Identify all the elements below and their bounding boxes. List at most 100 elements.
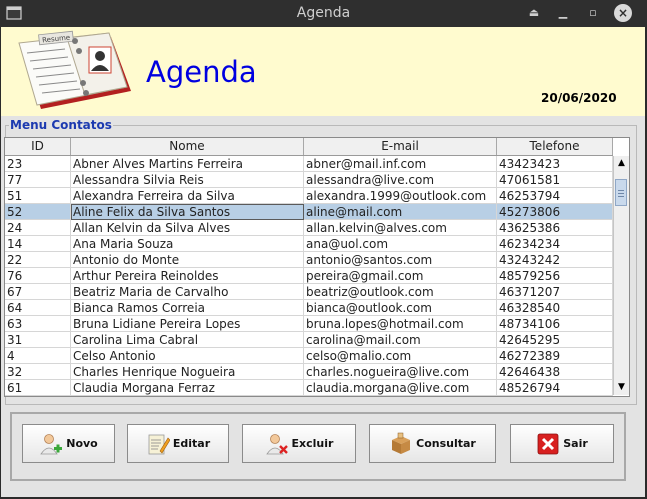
cell-telefone[interactable]: 46371207 bbox=[497, 284, 613, 300]
main-window: Resume Agenda 20/06/2020 Menu Contatos I… bbox=[1, 27, 645, 497]
cell-nome[interactable]: Charles Henrique Nogueira bbox=[71, 364, 304, 380]
column-header-telefone[interactable]: Telefone bbox=[497, 138, 613, 155]
column-header-email[interactable]: E-mail bbox=[304, 138, 497, 155]
cell-id[interactable]: 22 bbox=[5, 252, 71, 268]
cell-email[interactable]: bianca@outlook.com bbox=[304, 300, 497, 316]
table-row[interactable]: 52 Aline Felix da Silva Santos aline@mail.… bbox=[5, 204, 613, 220]
sair-button[interactable]: Sair bbox=[510, 424, 614, 463]
cell-id[interactable]: 52 bbox=[5, 204, 71, 220]
table-row[interactable]: 64 Bianca Ramos Correia bianca@outlook.com… bbox=[5, 300, 613, 316]
table-row[interactable]: 51 Alexandra Ferreira da Silva alexandra.1… bbox=[5, 188, 613, 204]
cell-telefone[interactable]: 42646438 bbox=[497, 364, 613, 380]
cell-nome[interactable]: Allan Kelvin da Silva Alves bbox=[71, 220, 304, 236]
table-row[interactable]: 77 Alessandra Silvia Reis alessandra@live.… bbox=[5, 172, 613, 188]
editar-button[interactable]: Editar bbox=[127, 424, 229, 463]
cell-email[interactable]: claudia.morgana@live.com bbox=[304, 380, 497, 396]
table-row[interactable]: 67 Beatriz Maria de Carvalho beatriz@outlo… bbox=[5, 284, 613, 300]
table-body: 23 Abner Alves Martins Ferreira abner@mail… bbox=[5, 156, 613, 396]
cell-id[interactable]: 61 bbox=[5, 380, 71, 396]
current-date: 20/06/2020 bbox=[541, 91, 617, 105]
table-row[interactable]: 63 Bruna Lidiane Pereira Lopes bruna.lopes… bbox=[5, 316, 613, 332]
cell-telefone[interactable]: 46253794 bbox=[497, 188, 613, 204]
table-row[interactable]: 32 Charles Henrique Nogueira charles.nogue… bbox=[5, 364, 613, 380]
minimize-icon[interactable]: ▁ bbox=[554, 4, 572, 22]
column-header-id[interactable]: ID bbox=[5, 138, 71, 155]
cell-nome[interactable]: Arthur Pereira Reinoldes bbox=[71, 268, 304, 284]
cell-telefone[interactable]: 47061581 bbox=[497, 172, 613, 188]
cell-telefone[interactable]: 46328540 bbox=[497, 300, 613, 316]
cell-id[interactable]: 51 bbox=[5, 188, 71, 204]
cell-id[interactable]: 32 bbox=[5, 364, 71, 380]
scroll-down-icon[interactable]: ▼ bbox=[616, 382, 627, 392]
cell-id[interactable]: 24 bbox=[5, 220, 71, 236]
cell-nome[interactable]: Abner Alves Martins Ferreira bbox=[71, 156, 304, 172]
cell-telefone[interactable]: 46234234 bbox=[497, 236, 613, 252]
cell-telefone[interactable]: 42645295 bbox=[497, 332, 613, 348]
vertical-scrollbar[interactable]: ▲ ▼ bbox=[613, 156, 629, 395]
cell-nome[interactable]: Claudia Morgana Ferraz bbox=[71, 380, 304, 396]
cell-email[interactable]: pereira@gmail.com bbox=[304, 268, 497, 284]
app-name-heading: Agenda bbox=[146, 55, 257, 89]
cell-email[interactable]: aline@mail.com bbox=[304, 204, 497, 220]
cell-nome[interactable]: Aline Felix da Silva Santos bbox=[71, 204, 304, 220]
cell-email[interactable]: allan.kelvin@alves.com bbox=[304, 220, 497, 236]
cell-telefone[interactable]: 43423423 bbox=[497, 156, 613, 172]
cell-nome[interactable]: Alexandra Ferreira da Silva bbox=[71, 188, 304, 204]
cell-id[interactable]: 23 bbox=[5, 156, 71, 172]
sair-button-label: Sair bbox=[563, 437, 588, 450]
table-row[interactable]: 22 Antonio do Monte antonio@santos.com 4324… bbox=[5, 252, 613, 268]
edit-document-icon bbox=[148, 434, 170, 454]
cell-id[interactable]: 4 bbox=[5, 348, 71, 364]
cell-email[interactable]: carolina@mail.com bbox=[304, 332, 497, 348]
cell-nome[interactable]: Carolina Lima Cabral bbox=[71, 332, 304, 348]
remove-user-icon bbox=[265, 433, 288, 454]
table-row[interactable]: 24 Allan Kelvin da Silva Alves allan.kelvi… bbox=[5, 220, 613, 236]
scroll-up-icon[interactable]: ▲ bbox=[616, 158, 627, 168]
cell-id[interactable]: 31 bbox=[5, 332, 71, 348]
cell-id[interactable]: 64 bbox=[5, 300, 71, 316]
cell-nome[interactable]: Alessandra Silvia Reis bbox=[71, 172, 304, 188]
cell-id[interactable]: 63 bbox=[5, 316, 71, 332]
cell-telefone[interactable]: 45273806 bbox=[497, 204, 613, 220]
cell-email[interactable]: abner@mail.inf.com bbox=[304, 156, 497, 172]
cell-telefone[interactable]: 48526794 bbox=[497, 380, 613, 396]
cell-email[interactable]: charles.nogueira@live.com bbox=[304, 364, 497, 380]
table-row[interactable]: 61 Claudia Morgana Ferraz claudia.morgana@… bbox=[5, 380, 613, 396]
scroll-thumb[interactable] bbox=[615, 179, 627, 206]
cell-telefone[interactable]: 48734106 bbox=[497, 316, 613, 332]
column-header-nome[interactable]: Nome bbox=[71, 138, 304, 155]
cell-nome[interactable]: Ana Maria Souza bbox=[71, 236, 304, 252]
cell-email[interactable]: alexandra.1999@outlook.com bbox=[304, 188, 497, 204]
cell-nome[interactable]: Bianca Ramos Correia bbox=[71, 300, 304, 316]
table-row[interactable]: 31 Carolina Lima Cabral carolina@mail.com 4… bbox=[5, 332, 613, 348]
cell-telefone[interactable]: 43243242 bbox=[497, 252, 613, 268]
shade-icon[interactable]: ⏏ bbox=[525, 4, 543, 22]
add-user-icon bbox=[40, 433, 63, 454]
cell-telefone[interactable]: 48579256 bbox=[497, 268, 613, 284]
table-row[interactable]: 4 Celso Antonio celso@malio.com 46272389 bbox=[5, 348, 613, 364]
consultar-button[interactable]: Consultar bbox=[369, 424, 496, 463]
cell-nome[interactable]: Bruna Lidiane Pereira Lopes bbox=[71, 316, 304, 332]
cell-email[interactable]: alessandra@live.com bbox=[304, 172, 497, 188]
table-row[interactable]: 14 Ana Maria Souza ana@uol.com 46234234 bbox=[5, 236, 613, 252]
maximize-icon[interactable]: ▫ bbox=[584, 4, 602, 22]
cell-telefone[interactable]: 43625386 bbox=[497, 220, 613, 236]
cell-email[interactable]: antonio@santos.com bbox=[304, 252, 497, 268]
cell-id[interactable]: 14 bbox=[5, 236, 71, 252]
cell-nome[interactable]: Celso Antonio bbox=[71, 348, 304, 364]
table-row[interactable]: 23 Abner Alves Martins Ferreira abner@mail… bbox=[5, 156, 613, 172]
cell-email[interactable]: beatriz@outlook.com bbox=[304, 284, 497, 300]
cell-nome[interactable]: Beatriz Maria de Carvalho bbox=[71, 284, 304, 300]
cell-telefone[interactable]: 46272389 bbox=[497, 348, 613, 364]
novo-button[interactable]: Novo bbox=[22, 424, 115, 463]
cell-email[interactable]: celso@malio.com bbox=[304, 348, 497, 364]
cell-id[interactable]: 67 bbox=[5, 284, 71, 300]
excluir-button[interactable]: Excluir bbox=[242, 424, 356, 463]
cell-nome[interactable]: Antonio do Monte bbox=[71, 252, 304, 268]
cell-id[interactable]: 77 bbox=[5, 172, 71, 188]
table-row[interactable]: 76 Arthur Pereira Reinoldes pereira@gmail.… bbox=[5, 268, 613, 284]
close-window-button[interactable]: × bbox=[614, 4, 632, 22]
cell-email[interactable]: ana@uol.com bbox=[304, 236, 497, 252]
cell-email[interactable]: bruna.lopes@hotmail.com bbox=[304, 316, 497, 332]
cell-id[interactable]: 76 bbox=[5, 268, 71, 284]
